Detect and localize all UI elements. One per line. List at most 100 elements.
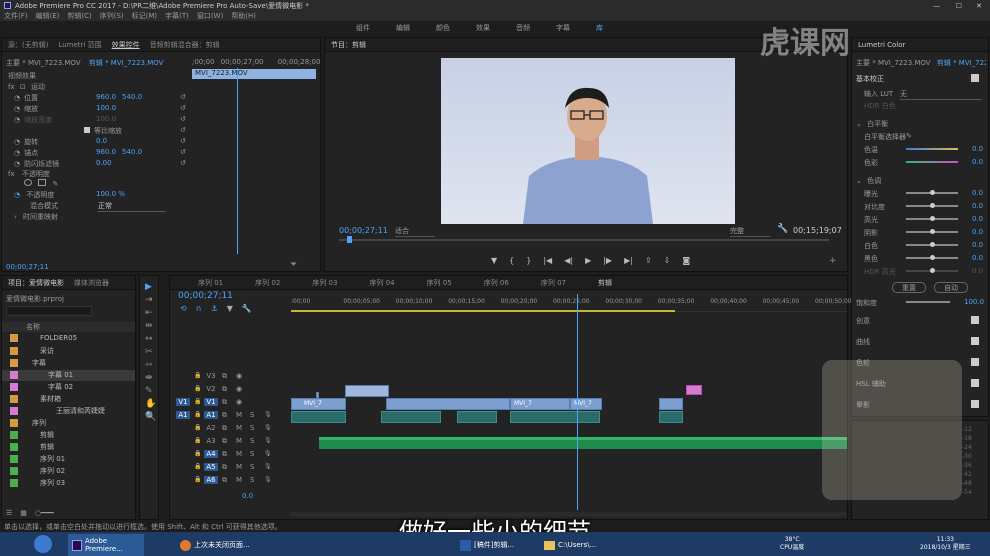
hand-tool-icon[interactable]: ✋ — [145, 399, 156, 409]
mark-out-icon[interactable]: } — [526, 256, 531, 265]
tab-project[interactable]: 项目：爱情微电影 — [8, 278, 64, 288]
stopwatch-icon[interactable]: ◔ — [14, 138, 20, 146]
task-word[interactable]: [稿件]剪辑... — [456, 534, 536, 556]
opacity-row[interactable]: fx 不透明度 — [8, 169, 50, 179]
ripple-edit-icon[interactable]: ⇤ — [145, 308, 153, 318]
track-label[interactable]: V3 — [204, 372, 218, 380]
a1-clip-1[interactable] — [291, 411, 346, 423]
tone-slider-knob[interactable] — [930, 268, 935, 273]
mic-icon[interactable]: 🎙 — [264, 463, 272, 470]
task-folder[interactable]: C:\Users\... — [540, 534, 612, 556]
lock-icon[interactable]: 🔒 — [194, 411, 201, 418]
a1-clip-5[interactable] — [659, 411, 683, 423]
mic-icon[interactable]: 🎙 — [264, 437, 272, 444]
stopwatch-icon[interactable]: ◔ — [14, 105, 20, 113]
track-label[interactable]: A5 — [204, 463, 218, 471]
linked-icon[interactable]: ⚓ — [211, 304, 218, 313]
clip-label[interactable]: 剪辑 * MVI_7223.MOV — [89, 59, 164, 67]
a3-music-clip[interactable] — [319, 437, 847, 449]
tab-effect-controls[interactable]: 效果控件 — [112, 40, 140, 50]
tone-value[interactable]: 0.0 — [972, 228, 983, 236]
sync-lock-icon[interactable]: ⧉ — [222, 424, 227, 433]
selection-tool-icon[interactable]: ▶ — [145, 282, 152, 292]
tab-source[interactable]: 源：(无剪辑) — [8, 40, 48, 50]
stopwatch-icon[interactable]: ◔ — [14, 191, 20, 199]
rect-mask-icon[interactable] — [38, 179, 47, 186]
tint-slider[interactable] — [906, 161, 958, 163]
stopwatch-icon[interactable]: ◔ — [14, 160, 20, 168]
project-item[interactable]: 序列 — [2, 418, 135, 429]
saturation-value[interactable]: 100.0 — [964, 298, 984, 306]
export-frame-icon[interactable]: ◙ — [682, 256, 690, 265]
section-checkbox[interactable] — [971, 316, 979, 324]
sync-lock-icon[interactable]: ⧉ — [222, 411, 227, 420]
track-label[interactable]: A2 — [204, 424, 218, 432]
project-item[interactable]: 序列 03 — [2, 478, 135, 489]
tab-sequence[interactable]: 序列 01 — [198, 278, 223, 288]
tab-sequence[interactable]: 剪辑 — [598, 278, 612, 288]
tone-value[interactable]: 0.0 — [972, 241, 983, 249]
master-volume[interactable]: 0.0 — [242, 492, 253, 500]
rolling-edit-icon[interactable]: ⇹ — [145, 321, 153, 331]
stopwatch-icon[interactable]: ◔ — [14, 149, 20, 157]
project-item[interactable]: 剪辑 — [2, 442, 135, 453]
lut-select[interactable]: 无 — [900, 89, 982, 100]
icon-view-icon[interactable]: ▦ — [20, 509, 27, 517]
sync-lock-icon[interactable]: ⧉ — [222, 476, 227, 485]
tone-value[interactable]: 0.0 — [972, 254, 983, 262]
eyedropper-icon[interactable]: ✎ — [906, 132, 912, 140]
step-back-icon[interactable]: ◀| — [564, 256, 573, 265]
tab-lumetri-scopes[interactable]: Lumetri 范围 — [58, 40, 101, 50]
lift-icon[interactable]: ⇪ — [645, 256, 652, 265]
razor-tool-icon[interactable]: ✂ — [145, 347, 153, 357]
v1-clip-3[interactable]: MVI_7 — [510, 398, 570, 410]
program-playhead[interactable] — [347, 236, 352, 243]
v2-clip[interactable] — [345, 385, 389, 397]
mute-button[interactable]: M — [236, 424, 242, 432]
go-to-out-icon[interactable]: ▶| — [624, 256, 633, 265]
property-value[interactable]: 100.0 — [96, 104, 116, 112]
rate-stretch-icon[interactable]: ↔ — [145, 334, 153, 344]
track-label[interactable]: V1 — [204, 398, 218, 406]
mic-icon[interactable]: 🎙 — [264, 450, 272, 457]
mic-icon[interactable]: 🎙 — [264, 476, 272, 483]
ellipse-mask-icon[interactable] — [24, 179, 32, 186]
tab-sequence[interactable]: 序列 02 — [255, 278, 280, 288]
lumetri-clip[interactable]: 剪辑 * MVI_7223.MOV — [937, 59, 986, 67]
reset-icon[interactable]: ↺ — [180, 148, 186, 156]
section-creative[interactable]: 创意 — [856, 316, 870, 326]
sync-lock-icon[interactable]: ⧉ — [222, 372, 227, 381]
pen-mask-icon[interactable]: ✎ — [52, 180, 58, 188]
menu-window[interactable]: 窗口(W) — [197, 11, 223, 21]
close-icon[interactable]: ✕ — [976, 2, 982, 10]
lock-icon[interactable]: 🔒 — [194, 476, 201, 483]
minimize-icon[interactable]: — — [933, 2, 940, 10]
reset-icon[interactable]: ↺ — [180, 104, 186, 112]
lock-icon[interactable]: 🔒 — [194, 450, 201, 457]
v2-clip-right[interactable] — [686, 385, 702, 395]
track-select-icon[interactable]: ⇥ — [145, 295, 153, 305]
extract-icon[interactable]: ⇩ — [664, 256, 671, 265]
project-item[interactable]: 采访 — [2, 346, 135, 357]
tab-sequence[interactable]: 序列 05 — [427, 278, 452, 288]
menu-file[interactable]: 文件(F) — [4, 11, 28, 21]
lock-icon[interactable]: 🔒 — [194, 463, 201, 470]
menu-clip[interactable]: 剪辑(C) — [67, 11, 91, 21]
project-item[interactable]: 剪辑 — [2, 430, 135, 441]
project-item[interactable]: 王丽清和芮婕婕 — [2, 406, 135, 417]
track-label[interactable]: A1 — [204, 411, 218, 419]
reset-icon[interactable]: ↺ — [180, 93, 186, 101]
eye-icon[interactable]: ◉ — [236, 398, 242, 406]
project-item[interactable]: 序列 02 — [2, 466, 135, 477]
reset-icon[interactable]: ↺ — [180, 115, 186, 123]
menu-marker[interactable]: 标记(M) — [132, 11, 158, 21]
motion-row[interactable]: fx ⊡ 运动 — [8, 82, 45, 92]
timeline-playhead[interactable] — [577, 294, 578, 510]
saturation-slider[interactable] — [906, 301, 950, 303]
sync-lock-icon[interactable]: ⧉ — [222, 437, 227, 446]
v1-clip-2[interactable] — [386, 398, 510, 410]
reset-icon[interactable]: ↺ — [180, 159, 186, 167]
lock-icon[interactable]: 🔒 — [194, 398, 201, 405]
mark-in-icon[interactable]: { — [509, 256, 514, 265]
play-icon[interactable]: ▶ — [585, 256, 591, 265]
